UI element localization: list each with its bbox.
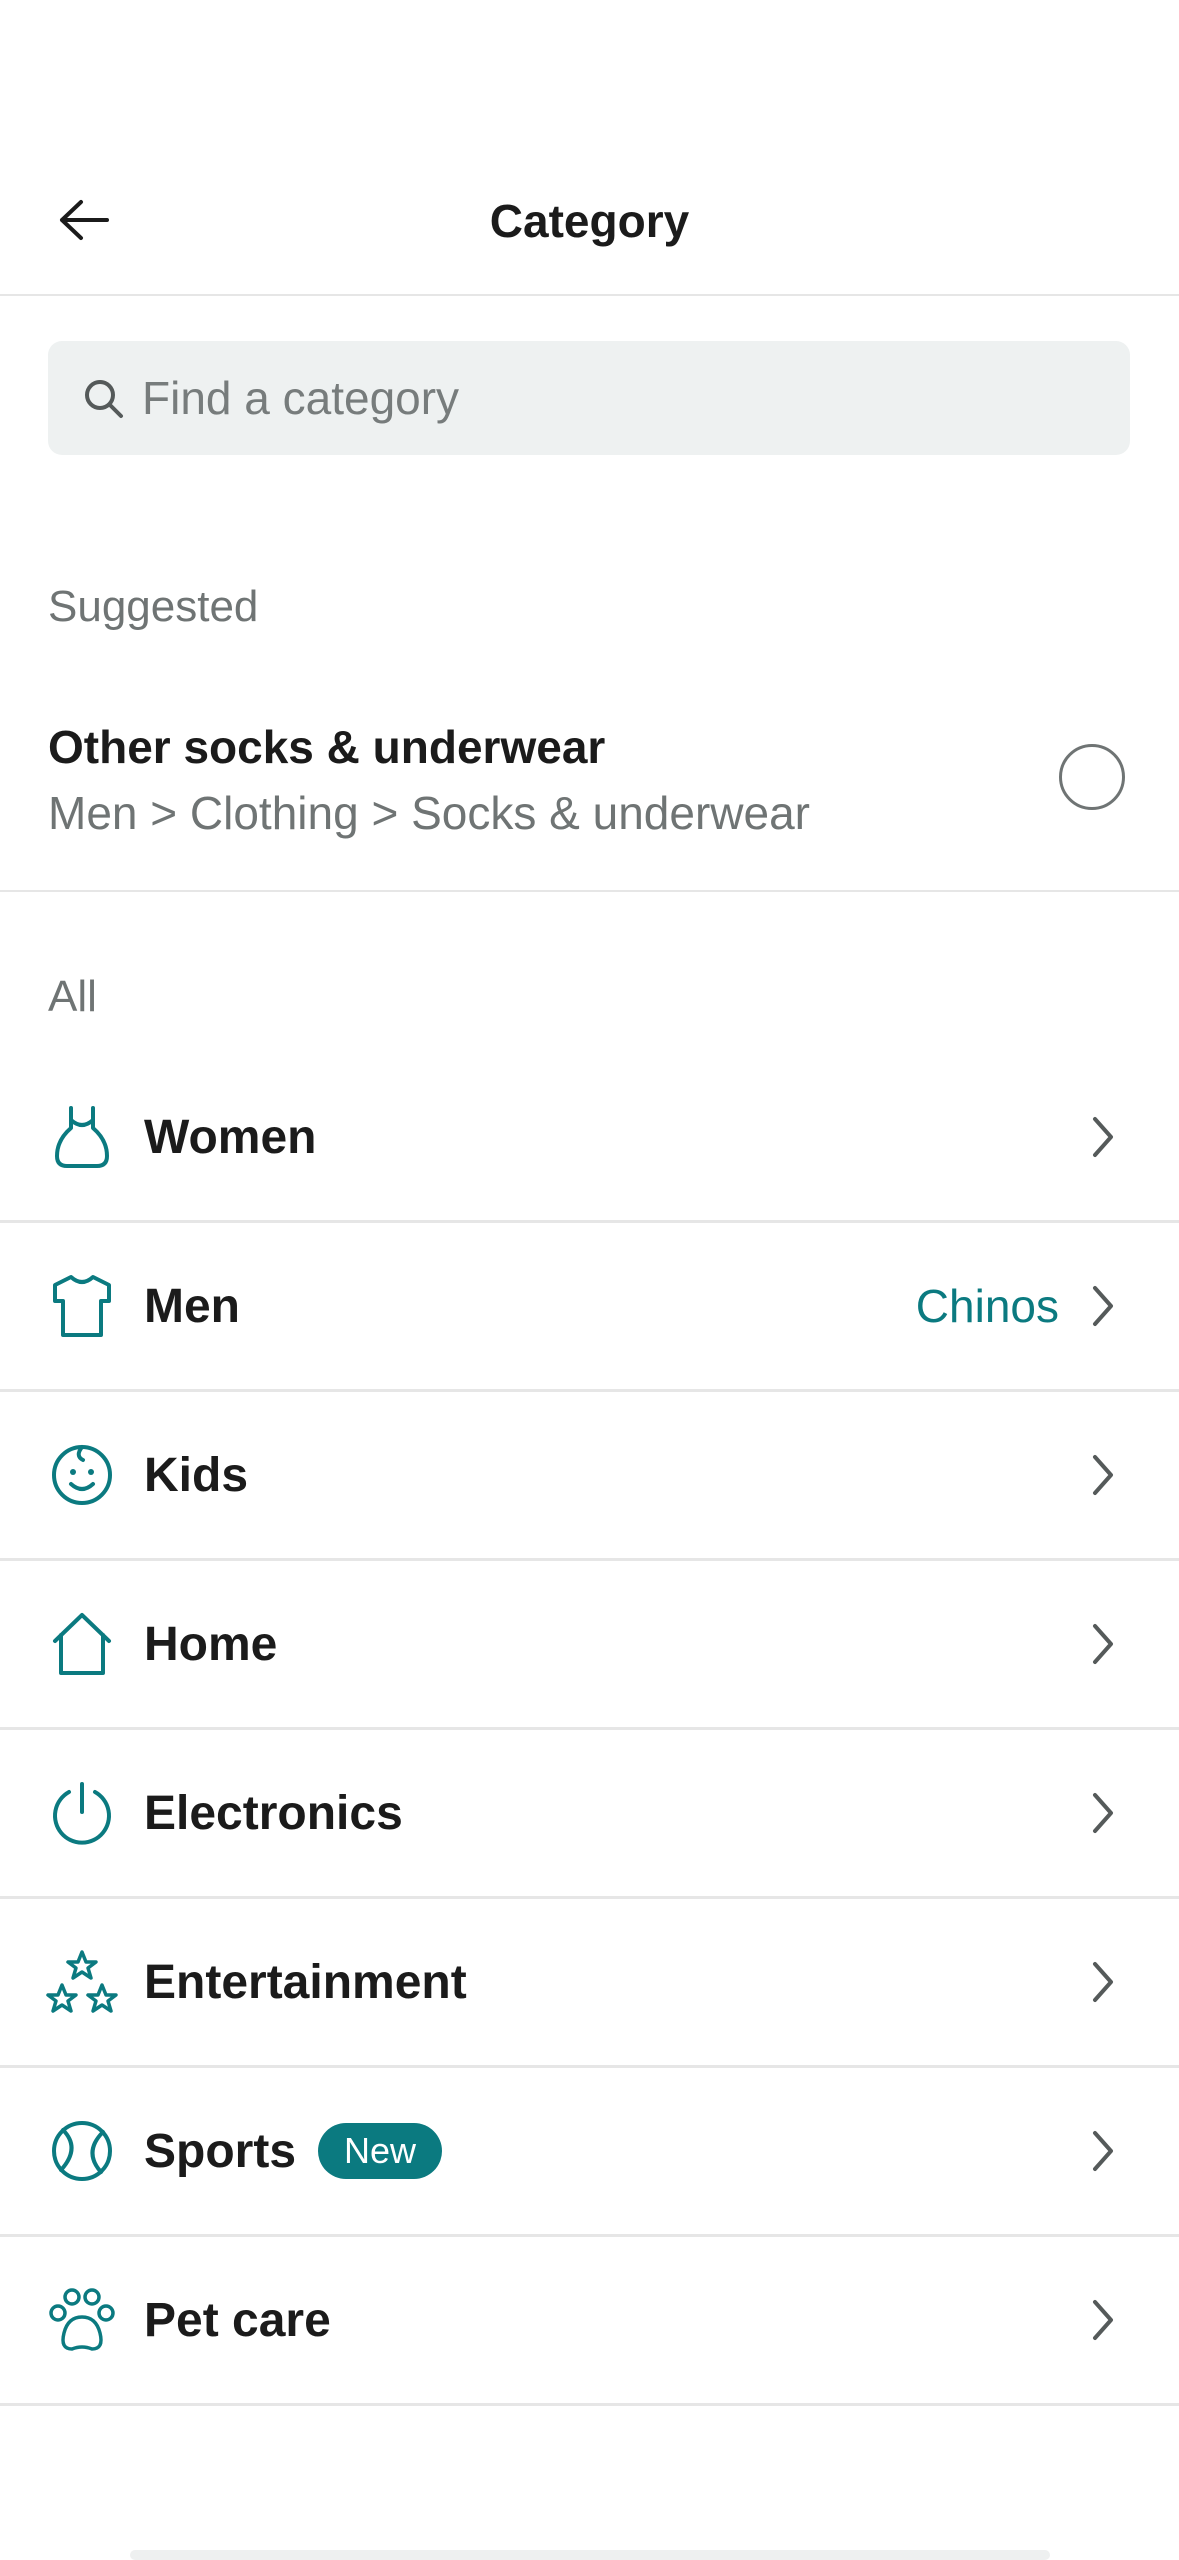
chevron-right-icon [1083,1451,1123,1499]
baby-face-icon [44,1437,120,1513]
dress-icon [44,1099,120,1175]
category-row-electronics[interactable]: Electronics [0,1730,1179,1899]
category-row-entertainment[interactable]: Entertainment [0,1899,1179,2068]
category-row-pet-care[interactable]: Pet care [0,2237,1179,2406]
search-bar[interactable] [48,340,1130,456]
all-heading: All [48,972,97,1021]
suggested-radio-button[interactable] [1059,744,1125,810]
top-bar: Category [0,150,1179,296]
chevron-right-icon [1083,1113,1123,1161]
page-title: Category [489,195,690,247]
new-badge: New [318,2123,443,2179]
tshirt-icon [44,1268,120,1344]
suggested-heading: Suggested [48,582,259,631]
chevron-right-icon [1083,2296,1123,2344]
category-label: Men [144,1279,240,1333]
category-list: Women Men Chinos Kids Home Electronics E… [0,1054,1179,2406]
category-row-men[interactable]: Men Chinos [0,1223,1179,1392]
chevron-right-icon [1083,2127,1123,2175]
category-label: Entertainment [144,1955,467,2009]
category-value: Chinos [915,1280,1059,1332]
suggested-item[interactable]: Other socks & underwear Men > Clothing >… [0,700,1179,892]
search-input[interactable] [140,340,1130,456]
category-label: Home [144,1617,278,1671]
search-icon [82,377,124,419]
suggested-item-path: Men > Clothing > Socks & underwear [48,787,810,839]
category-row-women[interactable]: Women [0,1054,1179,1223]
stars-icon [44,1944,120,2020]
power-icon [44,1775,120,1851]
paw-icon [44,2282,120,2358]
chevron-right-icon [1083,1958,1123,2006]
chevron-right-icon [1083,1282,1123,1330]
chevron-right-icon [1083,1620,1123,1668]
category-label: Sports [144,2124,297,2178]
category-label: Pet care [144,2293,331,2347]
category-label: Kids [144,1448,249,1502]
category-row-kids[interactable]: Kids [0,1392,1179,1561]
tennis-ball-icon [44,2113,120,2189]
category-row-home[interactable]: Home [0,1561,1179,1730]
chevron-right-icon [1083,1789,1123,1837]
suggested-item-title: Other socks & underwear [48,721,606,773]
category-label: Electronics [144,1786,403,1840]
house-icon [44,1606,120,1682]
category-label: Women [144,1110,317,1164]
home-indicator [130,2550,1050,2560]
category-row-sports[interactable]: Sports New [0,2068,1179,2237]
